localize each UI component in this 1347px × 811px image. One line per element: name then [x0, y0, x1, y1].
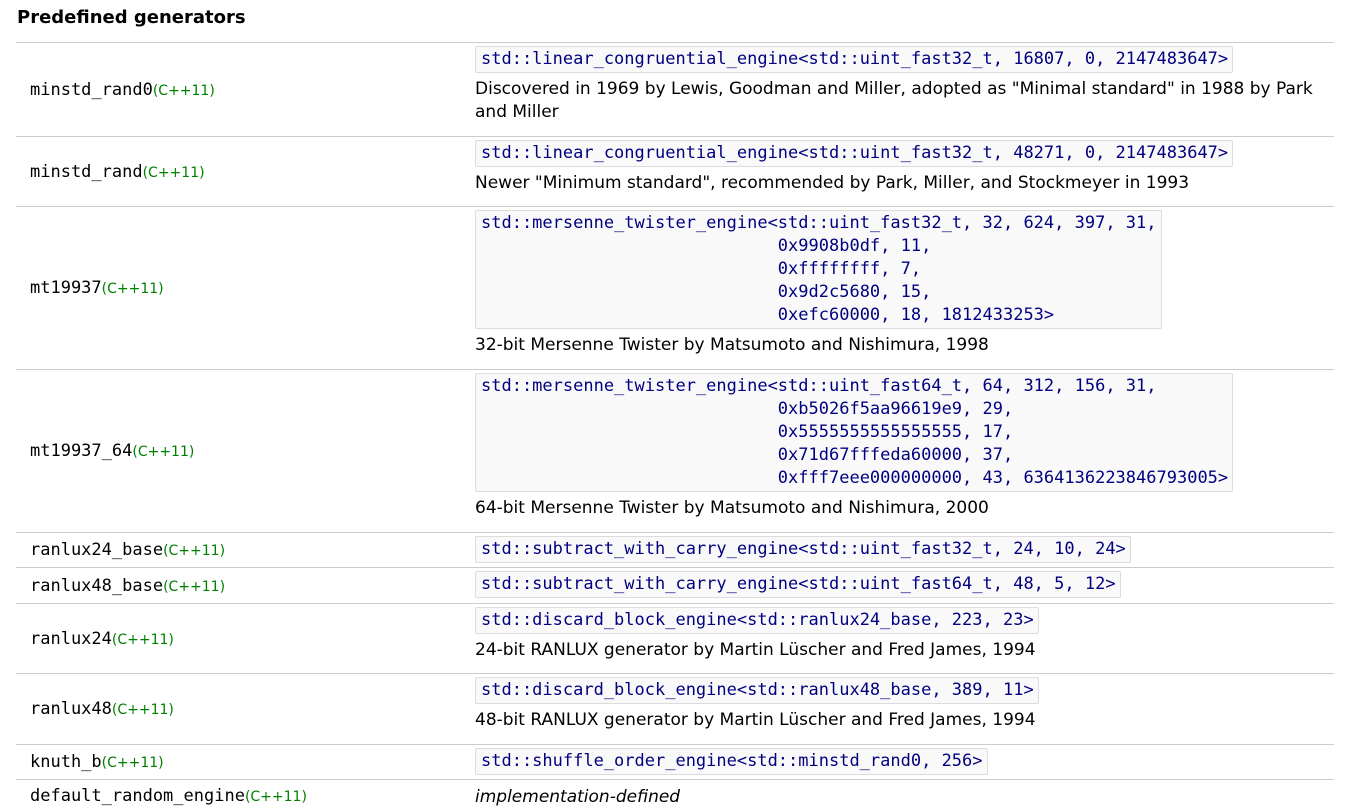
table-row-ranlux24: ranlux24(C++11) std::discard_block_engin…	[16, 603, 1334, 673]
generator-name: mt19937_64(C++11)	[30, 441, 195, 461]
since-badge: (C++11)	[111, 702, 174, 718]
generator-description: 48-bit RANLUX generator by Martin Lüsche…	[475, 710, 1036, 730]
since-badge: (C++11)	[142, 164, 205, 181]
since-badge: (C++11)	[101, 281, 164, 297]
generator-definition: std::discard_block_engine<std::ranlux24_…	[475, 607, 1334, 662]
table-row-mt19937-64: mt19937_64(C++11) std::mersenne_twister_…	[16, 369, 1334, 532]
code-block: std::mersenne_twister_engine<std::uint_f…	[475, 210, 1162, 329]
generator-description: 32-bit Mersenne Twister by Matsumoto and…	[475, 335, 989, 355]
table-row-ranlux48-base: ranlux48_base(C++11) std::subtract_with_…	[16, 567, 1334, 603]
table-row-default-random-engine: default_random_engine(C++11) implementat…	[16, 779, 1334, 811]
generator-definition: std::discard_block_engine<std::ranlux48_…	[475, 677, 1334, 732]
generator-name: ranlux48(C++11)	[30, 699, 174, 719]
generators-table: minstd_rand0(C++11) std::linear_congruen…	[16, 42, 1334, 811]
generator-name: mt19937(C++11)	[30, 278, 164, 298]
code-block: std::discard_block_engine<std::ranlux24_…	[475, 607, 1039, 634]
code-block: std::linear_congruential_engine<std::uin…	[475, 46, 1234, 73]
generator-definition: std::shuffle_order_engine<std::minstd_ra…	[475, 748, 1334, 775]
table-row-ranlux24-base: ranlux24_base(C++11) std::subtract_with_…	[16, 532, 1334, 567]
table-row-minstd-rand: minstd_rand(C++11) std::linear_congruent…	[16, 136, 1334, 206]
generator-description: implementation-defined	[475, 787, 681, 807]
generator-description: 24-bit RANLUX generator by Martin Lüsche…	[475, 640, 1036, 660]
generator-definition: std::subtract_with_carry_engine<std::uin…	[475, 571, 1334, 598]
since-badge: (C++11)	[132, 444, 195, 460]
generator-definition: std::linear_congruential_engine<std::uin…	[475, 46, 1334, 124]
generator-definition: std::mersenne_twister_engine<std::uint_f…	[475, 373, 1334, 520]
since-badge: (C++11)	[111, 631, 174, 648]
generator-definition: std::subtract_with_carry_engine<std::uin…	[475, 536, 1334, 563]
generator-description: 64-bit Mersenne Twister by Matsumoto and…	[475, 498, 989, 518]
code-block: std::subtract_with_carry_engine<std::uin…	[475, 571, 1121, 598]
code-block: std::subtract_with_carry_engine<std::uin…	[475, 536, 1131, 563]
table-row-ranlux48: ranlux48(C++11) std::discard_block_engin…	[16, 673, 1334, 744]
generator-name: knuth_b(C++11)	[30, 752, 164, 772]
generator-description: Discovered in 1969 by Lewis, Goodman and…	[475, 79, 1313, 122]
generator-name: ranlux48_base(C++11)	[30, 575, 226, 596]
table-row-minstd-rand0: minstd_rand0(C++11) std::linear_congruen…	[16, 42, 1334, 136]
since-badge: (C++11)	[163, 578, 226, 595]
generator-name: ranlux24(C++11)	[30, 628, 174, 649]
generator-definition: std::linear_congruential_engine<std::uin…	[475, 140, 1334, 195]
code-block: std::mersenne_twister_engine<std::uint_f…	[475, 373, 1234, 492]
generator-definition: std::mersenne_twister_engine<std::uint_f…	[475, 210, 1334, 357]
since-badge: (C++11)	[152, 82, 215, 99]
since-badge: (C++11)	[244, 788, 307, 805]
section-heading: Predefined generators	[17, 7, 246, 28]
code-block: std::discard_block_engine<std::ranlux48_…	[475, 677, 1039, 704]
generator-name: ranlux24_base(C++11)	[30, 540, 226, 560]
generator-description: Newer "Minimum standard", recommended by…	[475, 173, 1190, 193]
table-row-mt19937: mt19937(C++11) std::mersenne_twister_eng…	[16, 206, 1334, 369]
generator-definition: implementation-defined	[475, 786, 1334, 809]
generator-name: default_random_engine(C++11)	[30, 785, 307, 806]
code-block: std::linear_congruential_engine<std::uin…	[475, 140, 1234, 167]
since-badge: (C++11)	[101, 755, 164, 771]
generator-name: minstd_rand(C++11)	[30, 161, 205, 182]
generator-name: minstd_rand0(C++11)	[30, 79, 215, 100]
table-row-knuth-b: knuth_b(C++11) std::shuffle_order_engine…	[16, 744, 1334, 779]
since-badge: (C++11)	[163, 543, 226, 559]
code-block: std::shuffle_order_engine<std::minstd_ra…	[475, 748, 988, 775]
